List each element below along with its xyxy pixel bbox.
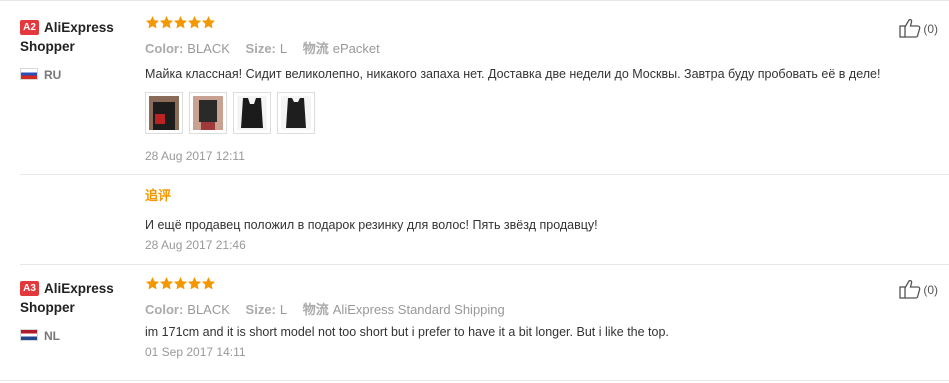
netherlands-flag-icon — [20, 329, 38, 341]
property-value: BLACK — [187, 302, 230, 317]
feedback-list: A2 AliExpress Shopper RU Color: BLACK Size… — [0, 0, 949, 383]
reviewer-country: NL — [20, 327, 130, 343]
photo-icon — [237, 96, 267, 130]
reviewer-info: A2 AliExpress Shopper RU — [20, 18, 130, 82]
divider — [0, 0, 949, 1]
reviewer-info: A3 AliExpress Shopper NL — [20, 279, 130, 343]
star-icon — [159, 15, 174, 29]
photo-icon — [193, 96, 223, 130]
review-text: im 171cm and it is short model not too s… — [145, 325, 669, 339]
star-icon — [201, 276, 216, 290]
star-icon — [187, 15, 202, 29]
country-code: NL — [44, 329, 60, 343]
additional-feedback-text: И ещё продавец положил в подарок резинку… — [145, 218, 598, 232]
star-icon — [187, 276, 202, 290]
star-icon — [159, 276, 174, 290]
property-value: L — [279, 41, 288, 56]
property-key: Size: — [245, 41, 276, 56]
star-icon — [201, 15, 216, 29]
russia-flag-icon — [20, 68, 38, 80]
review-date: 01 Sep 2017 14:11 — [145, 345, 246, 359]
star-icon — [173, 15, 188, 29]
review-photo-thumbnail[interactable] — [145, 92, 183, 134]
property-key: Color: — [145, 41, 184, 56]
review-photos — [145, 92, 925, 134]
like-count: (0) — [923, 283, 938, 297]
review-photo-thumbnail[interactable] — [189, 92, 227, 134]
order-properties: Color: BLACK Size: L 物流 ePacket — [145, 40, 925, 58]
star-rating — [145, 276, 925, 294]
review-date: 28 Aug 2017 12:11 — [145, 149, 245, 163]
divider — [20, 264, 949, 265]
star-icon — [145, 276, 160, 290]
thumbs-up-icon — [899, 18, 921, 38]
photo-icon — [281, 96, 311, 130]
review-photo-thumbnail[interactable] — [277, 92, 315, 134]
review-photo-thumbnail[interactable] — [233, 92, 271, 134]
reviewer-country: RU — [20, 66, 130, 82]
level-badge: A2 — [20, 20, 39, 35]
property-value: L — [279, 302, 288, 317]
review-content: Color: BLACK Size: L 物流 AliExpress Standard… — [145, 276, 925, 360]
additional-feedback-label: 追评 — [145, 188, 172, 203]
divider — [0, 380, 949, 381]
star-rating — [145, 15, 925, 33]
like-button[interactable]: (0) — [899, 18, 938, 38]
thumbs-up-icon — [899, 279, 921, 299]
property-key: 物流 — [302, 41, 329, 56]
property-key: Color: — [145, 302, 184, 317]
country-code: RU — [44, 68, 62, 82]
property-key: 物流 — [302, 302, 329, 317]
order-properties: Color: BLACK Size: L 物流 AliExpress Standard… — [145, 301, 925, 319]
reviewer-name: A2 AliExpress Shopper — [20, 18, 130, 56]
photo-icon — [149, 96, 179, 130]
star-icon — [145, 15, 160, 29]
property-key: Size: — [245, 302, 276, 317]
review-content: Color: BLACK Size: L 物流 ePacket Майка класс… — [20, 15, 949, 253]
divider — [20, 174, 949, 175]
property-value: ePacket — [332, 41, 380, 56]
reviewer-name: A3 AliExpress Shopper — [20, 279, 130, 317]
property-value: BLACK — [187, 41, 230, 56]
like-count: (0) — [923, 22, 938, 36]
additional-feedback-date: 28 Aug 2017 21:46 — [145, 238, 246, 252]
property-value: AliExpress Standard Shipping — [332, 302, 505, 317]
review-text: Майка классная! Сидит великолепно, никак… — [145, 67, 881, 81]
like-button[interactable]: (0) — [899, 279, 938, 299]
star-icon — [173, 276, 188, 290]
level-badge: A3 — [20, 281, 39, 296]
